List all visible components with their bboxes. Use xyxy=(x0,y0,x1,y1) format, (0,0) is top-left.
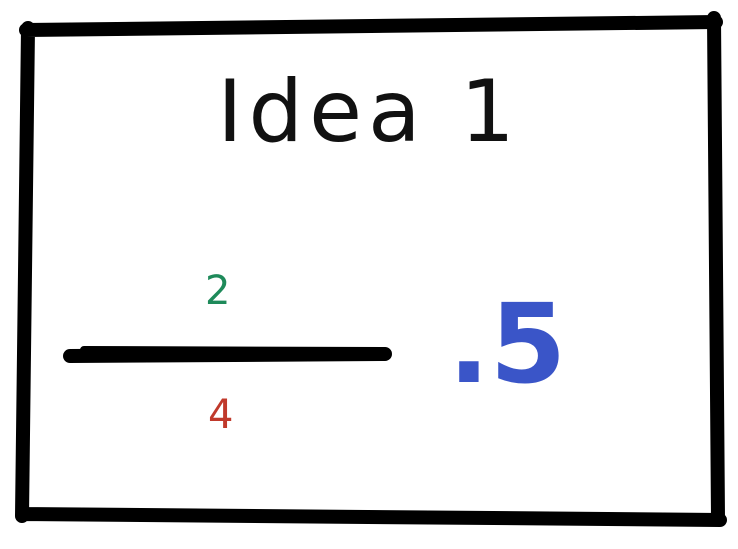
fraction-numerator: 2 xyxy=(205,268,231,314)
fraction-denominator: 4 xyxy=(208,392,234,438)
decimal-result: .5 xyxy=(448,280,567,408)
sketch-canvas: Idea 1 2 4 .5 xyxy=(0,0,738,549)
page-title: Idea 1 xyxy=(217,62,521,162)
